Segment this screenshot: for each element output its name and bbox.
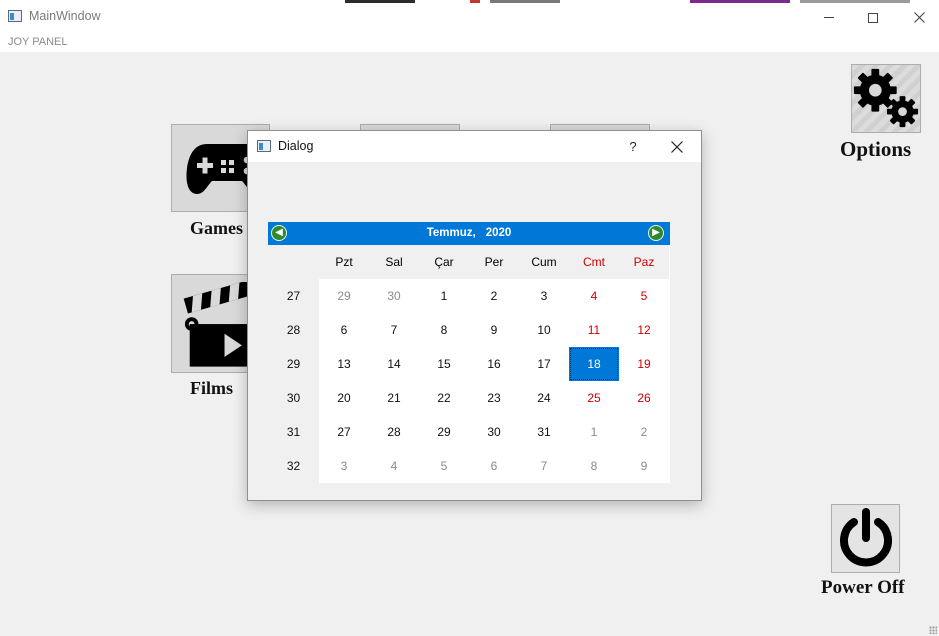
calendar-day[interactable]: 12 xyxy=(619,313,669,347)
arrow-left-icon: ◀ xyxy=(275,227,283,238)
calendar-day[interactable]: 20 xyxy=(319,381,369,415)
calendar-day[interactable]: 5 xyxy=(619,279,669,313)
calendar-day[interactable]: 13 xyxy=(319,347,369,381)
calendar-day[interactable]: 7 xyxy=(369,313,419,347)
calendar-day[interactable]: 4 xyxy=(569,279,619,313)
calendar-widget[interactable]: Temmuz, 2020 ◀ ▶ Pzt Sal Çar Per Cum Cmt Paz 27 2… xyxy=(268,222,670,483)
week-number: 29 xyxy=(268,347,319,381)
week-number-header xyxy=(268,245,319,279)
minimize-button[interactable] xyxy=(806,3,852,32)
calendar-day[interactable]: 24 xyxy=(519,381,569,415)
calendar-day[interactable]: 9 xyxy=(469,313,519,347)
arrow-right-icon: ▶ xyxy=(652,227,660,238)
calendar-day[interactable]: 3 xyxy=(519,279,569,313)
calendar-day[interactable]: 10 xyxy=(519,313,569,347)
calendar-day[interactable]: 15 xyxy=(419,347,469,381)
calendar-day[interactable]: 23 xyxy=(469,381,519,415)
calendar-day-selected[interactable]: 18 xyxy=(569,347,619,381)
calendar-day[interactable]: 1 xyxy=(419,279,469,313)
resize-grip[interactable] xyxy=(929,626,937,634)
calendar-day[interactable]: 25 xyxy=(569,381,619,415)
close-button[interactable] xyxy=(896,3,939,32)
calendar-day[interactable]: 29 xyxy=(319,279,369,313)
weekday-header: Per xyxy=(469,245,519,279)
calendar-navigation-bar: Temmuz, 2020 ◀ ▶ xyxy=(268,222,670,245)
games-label: Games xyxy=(190,218,243,238)
calendar-day[interactable]: 16 xyxy=(469,347,519,381)
minimize-icon xyxy=(824,17,834,18)
dialog-close-button[interactable] xyxy=(654,133,700,161)
calendar-day[interactable]: 6 xyxy=(469,449,519,483)
calendar-day[interactable]: 21 xyxy=(369,381,419,415)
gears-icon xyxy=(853,68,919,128)
menu-joy-panel[interactable]: JOY PANEL xyxy=(8,36,68,48)
window-title: MainWindow xyxy=(29,9,101,23)
power-off-label: Power Off xyxy=(821,577,905,598)
dialog-window-icon xyxy=(257,140,271,152)
maximize-icon xyxy=(868,12,878,23)
calendar-day[interactable]: 6 xyxy=(319,313,369,347)
calendar-day[interactable]: 3 xyxy=(319,449,369,483)
weekday-header: Paz xyxy=(619,245,669,279)
weekday-header: Cmt xyxy=(569,245,619,279)
weekday-header: Çar xyxy=(419,245,469,279)
calendar-day[interactable]: 1 xyxy=(569,415,619,449)
week-number: 30 xyxy=(268,381,319,415)
dialog-title: Dialog xyxy=(278,139,314,153)
previous-month-button[interactable]: ◀ xyxy=(271,225,287,241)
power-off-button[interactable] xyxy=(831,504,900,573)
calendar-dialog: Dialog ? Temmuz, 2020 ◀ ▶ Pzt Sal Çar Per Cum… xyxy=(247,130,702,501)
calendar-day[interactable]: 8 xyxy=(569,449,619,483)
week-number: 28 xyxy=(268,313,319,347)
calendar-day[interactable]: 7 xyxy=(519,449,569,483)
next-month-button[interactable]: ▶ xyxy=(648,225,664,241)
calendar-day[interactable]: 26 xyxy=(619,381,669,415)
app-window-icon xyxy=(8,10,22,22)
calendar-day[interactable]: 29 xyxy=(419,415,469,449)
options-label: Options xyxy=(840,137,912,161)
calendar-day[interactable]: 4 xyxy=(369,449,419,483)
calendar-month-button[interactable]: Temmuz, xyxy=(427,227,476,239)
menu-bar: JOY PANEL xyxy=(0,32,939,52)
power-icon xyxy=(839,507,892,566)
maximize-button[interactable] xyxy=(850,3,896,32)
calendar-day[interactable]: 2 xyxy=(619,415,669,449)
close-icon xyxy=(671,141,683,153)
calendar-day[interactable]: 11 xyxy=(569,313,619,347)
calendar-year-button[interactable]: 2020 xyxy=(486,227,512,239)
calendar-day[interactable]: 30 xyxy=(469,415,519,449)
calendar-grid: Pzt Sal Çar Per Cum Cmt Paz 27 29 30 1 2 3 4 5 28 6 7 8 9 10… xyxy=(268,245,670,483)
calendar-day[interactable]: 14 xyxy=(369,347,419,381)
weekday-header: Sal xyxy=(369,245,419,279)
calendar-day[interactable]: 28 xyxy=(369,415,419,449)
calendar-day[interactable]: 5 xyxy=(419,449,469,483)
calendar-day[interactable]: 19 xyxy=(619,347,669,381)
options-button[interactable] xyxy=(851,64,921,133)
calendar-day[interactable]: 8 xyxy=(419,313,469,347)
calendar-day[interactable]: 2 xyxy=(469,279,519,313)
week-number: 27 xyxy=(268,279,319,313)
films-label: Films xyxy=(190,378,233,398)
calendar-day[interactable]: 27 xyxy=(319,415,369,449)
weekday-header: Pzt xyxy=(319,245,369,279)
week-number: 31 xyxy=(268,415,319,449)
week-number: 32 xyxy=(268,449,319,483)
calendar-day[interactable]: 17 xyxy=(519,347,569,381)
close-icon xyxy=(913,12,925,23)
calendar-month-year: Temmuz, 2020 xyxy=(268,222,670,245)
calendar-day[interactable]: 31 xyxy=(519,415,569,449)
weekday-header: Cum xyxy=(519,245,569,279)
main-window-titlebar: MainWindow xyxy=(0,3,939,32)
calendar-day[interactable]: 30 xyxy=(369,279,419,313)
calendar-day[interactable]: 22 xyxy=(419,381,469,415)
dialog-titlebar: Dialog ? xyxy=(248,131,701,162)
help-button[interactable]: ? xyxy=(618,136,648,158)
calendar-day[interactable]: 9 xyxy=(619,449,669,483)
